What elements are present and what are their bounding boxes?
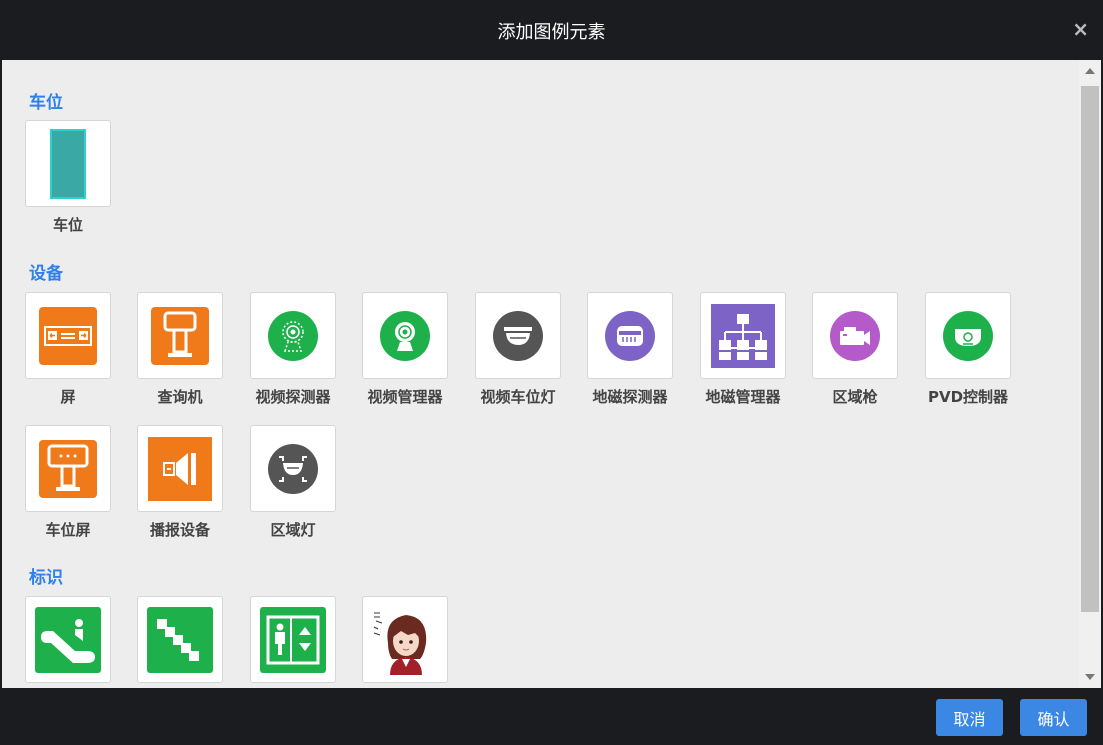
- dialog-title: 添加图例元素: [497, 22, 606, 43]
- legend-tile[interactable]: [137, 425, 223, 512]
- add-legend-dialog: 添加图例元素 × 车位 车位 设备 屏 查询机 视频探测器 视频管理器 视频车位…: [0, 0, 1103, 745]
- dialog-footer: 取消 确认: [0, 688, 1103, 745]
- section-title-devices: 设备: [29, 264, 63, 284]
- legend-item-pvd-controller[interactable]: PVD控制器: [925, 292, 1011, 407]
- legend-item-screen[interactable]: 屏: [25, 292, 111, 407]
- screen-icon: [39, 306, 97, 365]
- speaker-icon: [148, 436, 212, 501]
- video-detector-icon: [268, 310, 318, 361]
- dialog-body: 车位 车位 设备 屏 查询机 视频探测器 视频管理器 视频车位灯 地磁探测器 地…: [2, 60, 1101, 688]
- legend-label: 地磁探测器: [592, 388, 668, 406]
- legend-tile[interactable]: [250, 425, 336, 512]
- legend-tile[interactable]: [137, 292, 223, 379]
- kiosk-icon: [151, 306, 209, 365]
- magnetic-detector-icon: [605, 310, 655, 361]
- elevator-icon: [260, 606, 326, 673]
- legend-label: 车位屏: [45, 521, 91, 539]
- legend-item-kiosk[interactable]: 查询机: [137, 292, 223, 407]
- legend-item-parking-space[interactable]: 车位: [25, 120, 111, 235]
- legend-tile[interactable]: [25, 292, 111, 379]
- scroll-up-icon[interactable]: [1085, 68, 1095, 74]
- dialog-header: 添加图例元素 ×: [0, 0, 1103, 60]
- legend-item-stairs[interactable]: [137, 596, 223, 683]
- legend-tile[interactable]: [362, 596, 448, 683]
- legend-item-magnetic-manager[interactable]: 地磁管理器: [700, 292, 786, 407]
- legend-item-area-camera[interactable]: 区域枪: [812, 292, 898, 407]
- legend-item-video-detector[interactable]: 视频探测器: [250, 292, 336, 407]
- legend-tile[interactable]: [362, 292, 448, 379]
- legend-item-broadcast[interactable]: 播报设备: [137, 425, 223, 540]
- pvd-controller-icon: [943, 310, 993, 361]
- cancel-button[interactable]: 取消: [936, 699, 1003, 736]
- area-light-icon: [268, 443, 318, 494]
- legend-item-escalator[interactable]: [25, 596, 111, 683]
- legend-tile[interactable]: [812, 292, 898, 379]
- video-manager-icon: [380, 310, 430, 361]
- legend-label: 视频探测器: [255, 388, 331, 406]
- legend-label: 区域灯: [270, 521, 316, 539]
- legend-tile[interactable]: [25, 120, 111, 207]
- section-title-signs: 标识: [29, 568, 63, 588]
- legend-tile[interactable]: [700, 292, 786, 379]
- legend-item-avatar[interactable]: [362, 596, 448, 683]
- scrollbar-thumb[interactable]: [1081, 86, 1099, 612]
- space-screen-icon: [39, 439, 97, 498]
- legend-label: 屏: [60, 388, 76, 406]
- legend-item-area-light[interactable]: 区域灯: [250, 425, 336, 540]
- escalator-icon: [35, 606, 101, 673]
- legend-label: 车位: [52, 216, 83, 234]
- legend-label: 地磁管理器: [705, 388, 781, 406]
- section-title-parking: 车位: [29, 93, 63, 113]
- legend-item-video-manager[interactable]: 视频管理器: [362, 292, 448, 407]
- legend-tile[interactable]: [587, 292, 673, 379]
- camera-gun-icon: [830, 310, 880, 361]
- network-topology-icon: [711, 303, 775, 368]
- vertical-scrollbar[interactable]: [1079, 60, 1101, 688]
- parking-space-icon: [50, 128, 86, 199]
- legend-label: 视频管理器: [367, 388, 443, 406]
- anime-avatar-icon: [368, 602, 442, 677]
- legend-label: 查询机: [157, 388, 203, 406]
- legend-tile[interactable]: [250, 596, 336, 683]
- legend-tile[interactable]: [25, 425, 111, 512]
- legend-item-elevator[interactable]: [250, 596, 336, 683]
- legend-tile[interactable]: [25, 596, 111, 683]
- legend-tile[interactable]: [250, 292, 336, 379]
- legend-tile[interactable]: [475, 292, 561, 379]
- close-icon[interactable]: ×: [1072, 17, 1089, 41]
- legend-label: PVD控制器: [927, 388, 1009, 406]
- legend-tile[interactable]: [137, 596, 223, 683]
- legend-tile[interactable]: [925, 292, 1011, 379]
- legend-item-magnetic-detector[interactable]: 地磁探测器: [587, 292, 673, 407]
- legend-label: 播报设备: [149, 521, 210, 539]
- legend-item-space-screen[interactable]: 车位屏: [25, 425, 111, 540]
- legend-label: 视频车位灯: [480, 388, 556, 406]
- legend-label: 区域枪: [832, 388, 878, 406]
- scroll-down-icon[interactable]: [1085, 674, 1095, 680]
- confirm-button[interactable]: 确认: [1020, 699, 1087, 736]
- legend-item-video-space-light[interactable]: 视频车位灯: [475, 292, 561, 407]
- dome-light-icon: [493, 310, 543, 361]
- stairs-icon: [147, 606, 213, 673]
